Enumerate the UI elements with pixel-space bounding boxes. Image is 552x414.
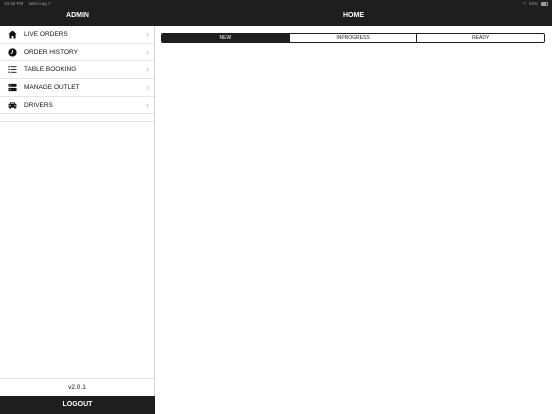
battery-percent: 53% [528, 1, 538, 6]
tab-ready[interactable]: READY [416, 34, 544, 42]
chevron-right-icon: › [146, 29, 149, 39]
chevron-right-icon: › [146, 46, 149, 57]
sidebar-item-table-booking[interactable]: TABLE BOOKING › [0, 61, 154, 80]
tab-inprogress[interactable]: INPROGRESS [288, 34, 417, 42]
sidebar-item-label: LIVE ORDERS [24, 30, 68, 38]
sidebar-item-drivers[interactable]: DRIVERS › [0, 97, 154, 115]
page-title: HOME [343, 12, 364, 19]
status-bar: 10:40 PM Wed Aug 7 ≈ 53% [0, 0, 552, 8]
sidebar: ADMIN LIVE ORDERS › ORDER HISTORY › TABL… [0, 0, 155, 414]
status-date: Wed Aug 7 [28, 1, 51, 6]
chevron-right-icon: › [146, 82, 149, 93]
list-icon [0, 65, 24, 74]
order-status-tabs: NEW INPROGRESS READY [161, 33, 545, 43]
sidebar-item-label: TABLE BOOKING [24, 66, 77, 74]
sidebar-item-order-history[interactable]: ORDER HISTORY › [0, 44, 154, 62]
wifi-icon: ≈ [523, 1, 526, 7]
status-time: 10:40 PM [4, 1, 24, 6]
outlet-icon [0, 83, 24, 92]
logout-button[interactable]: LOGOUT [0, 396, 155, 414]
sidebar-item-label: DRIVERS [24, 101, 53, 109]
tab-new[interactable]: NEW [162, 34, 289, 42]
battery-icon [541, 2, 548, 6]
car-icon [0, 101, 24, 110]
sidebar-item-live-orders[interactable]: LIVE ORDERS › [0, 26, 154, 44]
sidebar-menu: LIVE ORDERS › ORDER HISTORY › TABLE BOOK… [0, 26, 154, 123]
clock-icon [0, 47, 24, 57]
chevron-right-icon: › [146, 99, 149, 110]
menu-divider [0, 114, 154, 123]
sidebar-item-label: ORDER HISTORY [24, 48, 78, 56]
home-icon [0, 30, 24, 39]
chevron-right-icon: › [146, 64, 149, 75]
sidebar-title: ADMIN [66, 12, 89, 19]
sidebar-item-manage-outlet[interactable]: MANAGE OUTLET › [0, 79, 154, 97]
version-label: v2.0.1 [0, 378, 154, 396]
sidebar-item-label: MANAGE OUTLET [24, 83, 80, 91]
main-panel: HOME NEW INPROGRESS READY [155, 0, 552, 414]
